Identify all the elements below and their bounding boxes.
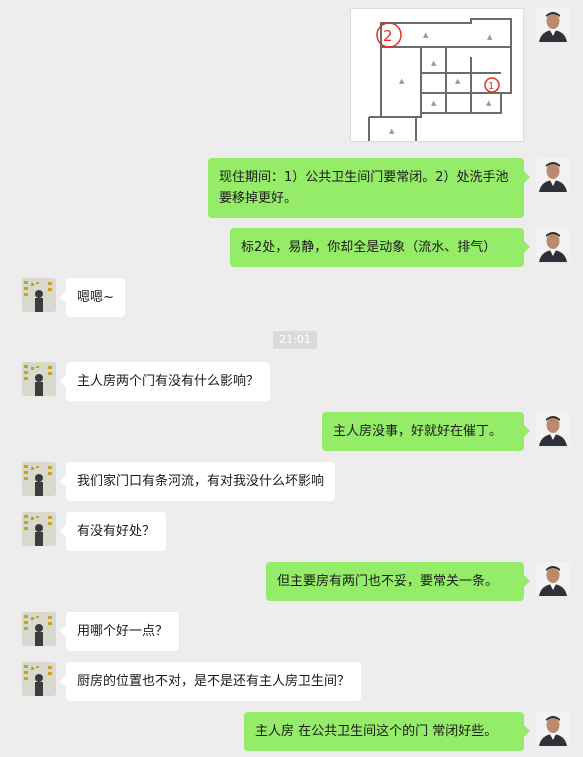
person-with-wall-icon (22, 512, 56, 546)
message-bubble-self[interactable]: 现住期间：1）公共卫生间门要常闭。2）处洗手池要移掉更好。 (208, 158, 530, 218)
man-portrait-icon (536, 8, 570, 42)
contact-avatar[interactable] (22, 512, 56, 546)
marker-1: 1 (488, 81, 494, 92)
message-bubble-self[interactable]: 主人房没事，好就好在催丁。 (322, 412, 530, 451)
contact-avatar[interactable] (22, 278, 56, 312)
man-portrait-icon (536, 412, 570, 446)
man-portrait-icon (536, 158, 570, 192)
svg-text:▲: ▲ (431, 59, 437, 67)
floor-plan-drawing: ▲ ▲ ▲ ▲ ▲ ▲ ▲ ▲ 2 1 (351, 9, 523, 141)
man-portrait-icon (536, 228, 570, 262)
svg-text:▲: ▲ (431, 99, 437, 107)
timestamp: 21:01 (273, 331, 317, 349)
self-avatar[interactable] (536, 8, 570, 42)
marker-2: 2 (383, 27, 393, 45)
self-avatar[interactable] (536, 228, 570, 262)
person-with-wall-icon (22, 362, 56, 396)
contact-avatar[interactable] (22, 462, 56, 496)
contact-avatar[interactable] (22, 662, 56, 696)
self-avatar[interactable] (536, 712, 570, 746)
message-bubble-other[interactable]: 主人房两个门有没有什么影响？ (59, 362, 271, 401)
svg-text:▲: ▲ (423, 31, 429, 39)
message-bubble-other[interactable]: 有没有好处？ (59, 512, 167, 551)
person-with-wall-icon (22, 278, 56, 312)
svg-text:▲: ▲ (389, 127, 395, 135)
self-avatar[interactable] (536, 158, 570, 192)
person-with-wall-icon (22, 662, 56, 696)
floor-plan-image[interactable]: ▲ ▲ ▲ ▲ ▲ ▲ ▲ ▲ 2 1 (350, 8, 524, 142)
message-bubble-other[interactable]: 嗯嗯~ (60, 278, 125, 317)
message-bubble-other[interactable]: 用哪个好一点？ (59, 612, 180, 651)
svg-text:▲: ▲ (487, 33, 493, 41)
self-avatar[interactable] (536, 412, 570, 446)
message-bubble-other[interactable]: 厨房的位置也不对，是不是还有主人房卫生间？ (59, 662, 362, 701)
svg-text:▲: ▲ (486, 99, 492, 107)
person-with-wall-icon (22, 462, 56, 496)
man-portrait-icon (536, 712, 570, 746)
message-bubble-self[interactable]: 但主要房有两门也不妥，要常关一条。 (266, 562, 530, 601)
self-avatar[interactable] (536, 562, 570, 596)
contact-avatar[interactable] (22, 612, 56, 646)
svg-text:▲: ▲ (399, 77, 405, 85)
person-with-wall-icon (22, 612, 56, 646)
svg-text:▲: ▲ (455, 77, 461, 85)
man-portrait-icon (536, 562, 570, 596)
message-bubble-other[interactable]: 我们家门口有条河流，有对我没什么坏影响 (59, 462, 336, 501)
message-bubble-self[interactable]: 主人房 在公共卫生间这个的门 常闭好些。 (244, 712, 530, 751)
contact-avatar[interactable] (22, 362, 56, 396)
message-bubble-self[interactable]: 标2处，易静，你却全是动象（流水、排气） (230, 228, 530, 267)
